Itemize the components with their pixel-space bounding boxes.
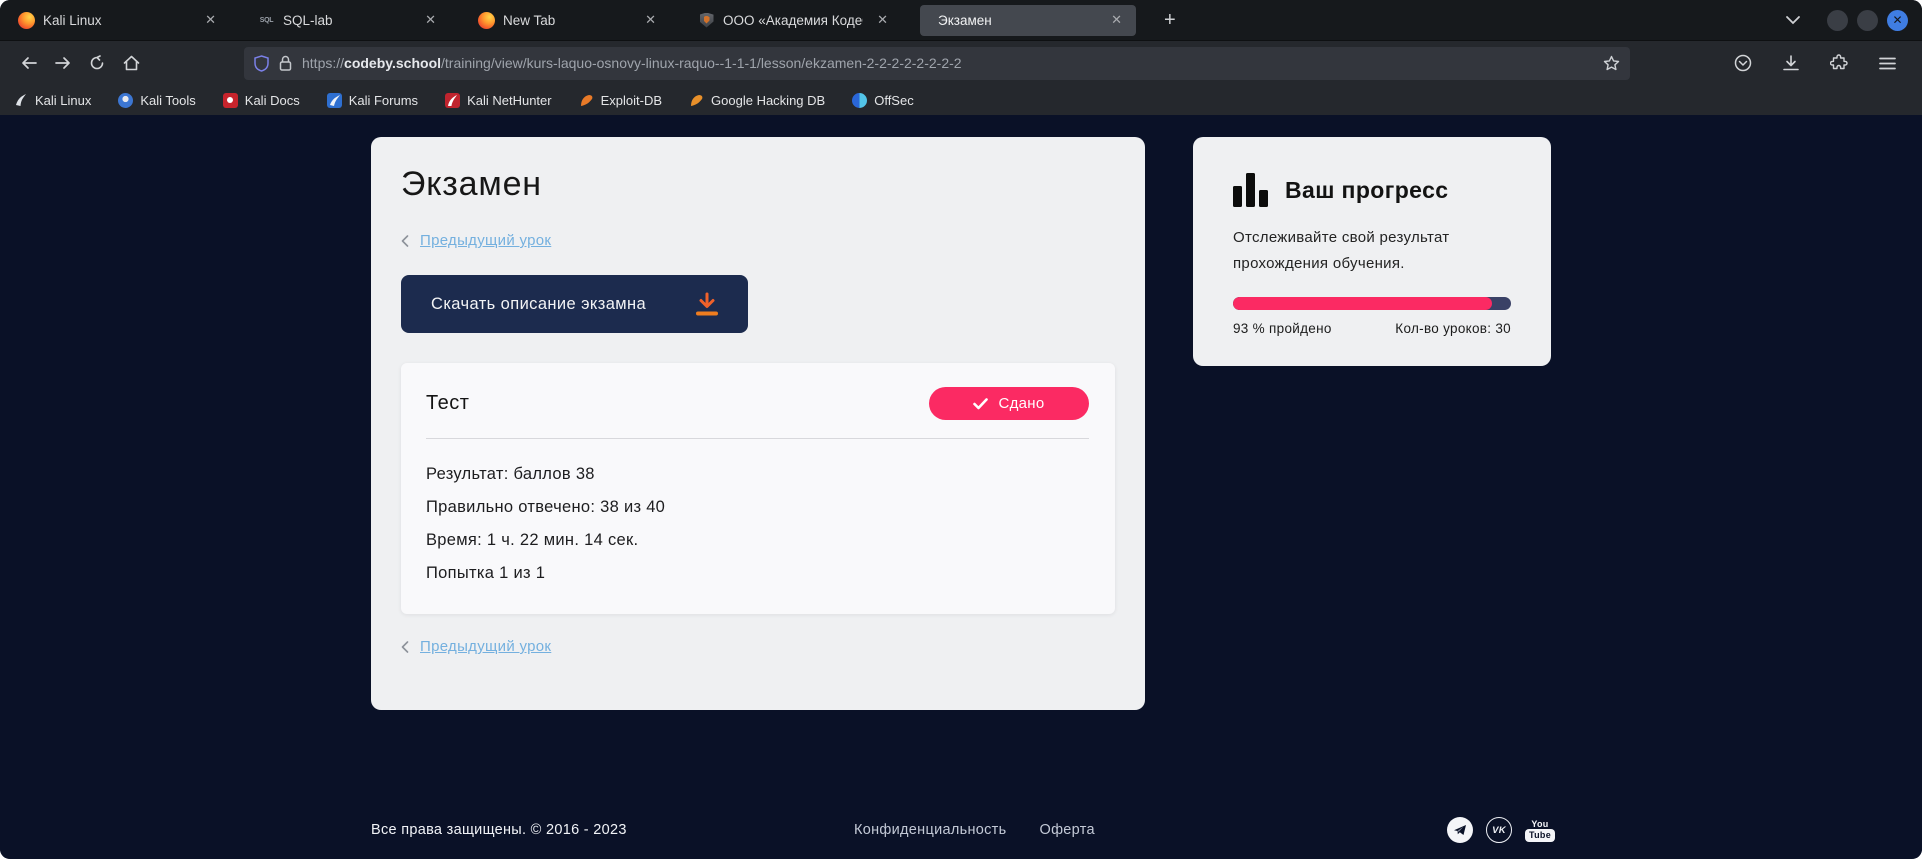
- pocket-save-icon[interactable]: [1726, 47, 1760, 79]
- bookmark-kali-nethunter[interactable]: Kali NetHunter: [445, 93, 552, 108]
- result-score: Результат: баллов 38: [426, 465, 1089, 484]
- tab-close-icon[interactable]: ✕: [201, 12, 220, 28]
- exploit-db-bird-icon: [579, 93, 594, 107]
- download-icon: [694, 291, 720, 318]
- offsec-icon: [852, 93, 867, 108]
- bookmark-kali-forums[interactable]: Kali Forums: [327, 93, 418, 108]
- close-window-button[interactable]: ✕: [1887, 10, 1908, 31]
- footer: Все права защищены. © 2016 - 2023 Конфид…: [371, 815, 1555, 845]
- bookmark-kali-docs[interactable]: Kali Docs: [223, 93, 300, 108]
- chevron-left-icon: [401, 641, 409, 653]
- navigation-toolbar: https://codeby.school/training/view/kurs…: [0, 40, 1922, 85]
- download-exam-description-button[interactable]: Скачать описание экзамна: [401, 275, 748, 333]
- tab-title: Kali Linux: [43, 13, 191, 28]
- social-links: VK You Tube: [1447, 817, 1555, 843]
- sql-icon: SQL: [258, 12, 275, 29]
- reload-icon[interactable]: [80, 47, 114, 79]
- downloads-icon[interactable]: [1774, 47, 1808, 79]
- tab-close-icon[interactable]: ✕: [1107, 12, 1126, 28]
- tab-title: Экзамен: [938, 13, 1097, 28]
- google-hacking-db-bird-icon: [689, 93, 704, 107]
- tab-sql-lab[interactable]: SQL SQL-lab ✕: [248, 5, 450, 36]
- prev-lesson-link-bottom[interactable]: Предыдущий урок: [401, 638, 1115, 655]
- firefox-icon: [478, 12, 495, 29]
- kali-tools-icon: [118, 93, 133, 108]
- tab-ekzamen-active[interactable]: Экзамен ✕: [920, 5, 1136, 36]
- chevron-left-icon: [401, 235, 409, 247]
- bookmark-google-hacking-db[interactable]: Google Hacking DB: [689, 93, 825, 108]
- url-bar[interactable]: https://codeby.school/training/view/kurs…: [244, 47, 1630, 80]
- progress-bar: [1233, 297, 1511, 310]
- tab-academy[interactable]: ООО «Академия Кодеба ✕: [688, 5, 902, 36]
- tab-title: ООО «Академия Кодеба: [723, 13, 863, 28]
- browser-window: Kali Linux ✕ SQL SQL-lab ✕ New Tab ✕ ООО…: [0, 0, 1922, 859]
- test-title: Тест: [426, 392, 469, 415]
- maximize-button[interactable]: [1857, 10, 1878, 31]
- kali-dragon-icon: [14, 93, 28, 107]
- exam-card: Экзамен Предыдущий урок Скачать описание…: [371, 137, 1145, 710]
- result-correct: Правильно отвечено: 38 из 40: [426, 498, 1089, 517]
- progress-fill: [1233, 297, 1492, 310]
- vk-icon[interactable]: VK: [1486, 817, 1512, 843]
- window-controls: ✕: [1827, 10, 1908, 31]
- forward-icon[interactable]: [46, 47, 80, 79]
- result-attempt: Попытка 1 из 1: [426, 564, 1089, 583]
- list-all-tabs-chevron-icon[interactable]: [1785, 15, 1801, 25]
- status-badge-passed: Сдано: [929, 387, 1089, 420]
- shield-icon: [698, 12, 715, 29]
- tab-new-tab[interactable]: New Tab ✕: [468, 5, 670, 36]
- home-icon[interactable]: [114, 47, 148, 79]
- check-icon: [973, 398, 988, 410]
- bookmark-kali-tools[interactable]: Kali Tools: [118, 93, 195, 108]
- progress-title: Ваш прогресс: [1285, 177, 1448, 204]
- copyright-text: Все права защищены. © 2016 - 2023: [371, 822, 627, 838]
- bookmarks-bar: Kali Linux Kali Tools Kali Docs Kali For…: [0, 85, 1922, 115]
- progress-percent-label: 93 % пройдено: [1233, 321, 1332, 336]
- tab-close-icon[interactable]: ✕: [873, 12, 892, 28]
- telegram-icon[interactable]: [1447, 817, 1473, 843]
- firefox-icon: [18, 12, 35, 29]
- divider: [426, 438, 1089, 439]
- page-content: Экзамен Предыдущий урок Скачать описание…: [0, 115, 1922, 858]
- tab-close-icon[interactable]: ✕: [421, 12, 440, 28]
- tab-close-icon[interactable]: ✕: [641, 12, 660, 28]
- menu-hamburger-icon[interactable]: [1870, 47, 1904, 79]
- youtube-icon[interactable]: You Tube: [1525, 819, 1555, 842]
- tracking-protection-shield-icon[interactable]: [254, 55, 269, 72]
- minimize-button[interactable]: [1827, 10, 1848, 31]
- extensions-puzzle-icon[interactable]: [1822, 47, 1856, 79]
- tab-kali-linux[interactable]: Kali Linux ✕: [8, 5, 230, 36]
- progress-card: Ваш прогресс Отслеживайте свой результат…: [1193, 137, 1551, 366]
- lessons-count-label: Кол-во уроков: 30: [1395, 321, 1511, 336]
- page-title: Экзамен: [401, 165, 1115, 204]
- test-results: Результат: баллов 38 Правильно отвечено:…: [426, 465, 1089, 583]
- url-text[interactable]: https://codeby.school/training/view/kurs…: [302, 55, 1603, 71]
- bookmark-kali-linux[interactable]: Kali Linux: [14, 93, 91, 108]
- lock-icon[interactable]: [279, 55, 292, 71]
- bookmark-exploit-db[interactable]: Exploit-DB: [579, 93, 662, 108]
- privacy-link[interactable]: Конфиденциальность: [854, 822, 1006, 838]
- bookmark-star-icon[interactable]: [1603, 55, 1620, 71]
- result-time: Время: 1 ч. 22 мин. 14 сек.: [426, 531, 1089, 550]
- new-tab-button[interactable]: +: [1154, 9, 1186, 32]
- tab-title: SQL-lab: [283, 13, 411, 28]
- tab-title: New Tab: [503, 13, 631, 28]
- back-icon[interactable]: [12, 47, 46, 79]
- tab-bar: Kali Linux ✕ SQL SQL-lab ✕ New Tab ✕ ООО…: [0, 0, 1922, 40]
- test-result-card: Тест Сдано Результат: баллов 38 Правильн…: [401, 363, 1115, 614]
- offer-link[interactable]: Оферта: [1039, 822, 1094, 838]
- bookmark-offsec[interactable]: OffSec: [852, 93, 914, 108]
- bar-chart-icon: [1233, 173, 1268, 207]
- progress-description: Отслеживайте свой результат прохождения …: [1233, 225, 1483, 277]
- prev-lesson-link-top[interactable]: Предыдущий урок: [401, 232, 1115, 249]
